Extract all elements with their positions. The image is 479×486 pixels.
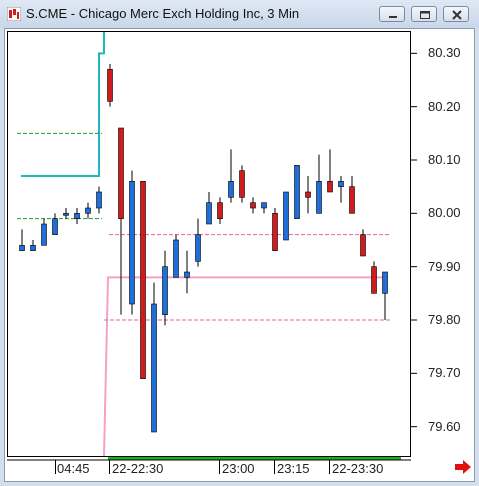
candle-body <box>283 191 289 241</box>
candle-body <box>294 165 300 219</box>
candle-body <box>360 234 366 257</box>
x-label-0445: 04:45 <box>57 461 90 476</box>
candle-body <box>272 213 278 251</box>
candlestick-chart <box>7 32 417 461</box>
y-axis-label: 80.00 <box>428 205 461 221</box>
y-axis-label: 79.90 <box>428 258 461 274</box>
y-axis-label: 79.60 <box>428 418 461 434</box>
candle-body <box>338 181 344 187</box>
x-tick <box>109 460 110 474</box>
y-axis-label: 80.20 <box>428 98 461 114</box>
candle-body <box>217 202 223 219</box>
previous-high-line <box>21 32 105 177</box>
candle-body <box>349 186 355 214</box>
x-tick <box>219 460 220 474</box>
x-label-2330: 22-23:30 <box>332 461 384 476</box>
y-axis-label: 79.70 <box>428 365 461 381</box>
x-tick <box>329 460 330 474</box>
y-axis-label: 80.30 <box>428 45 461 61</box>
candle-body <box>382 271 388 294</box>
chart-window: S.CME - Chicago Merc Exch Holding Inc, 3… <box>0 0 479 486</box>
candle-body <box>151 303 157 433</box>
candle-body <box>327 181 333 193</box>
candle-body <box>96 191 102 209</box>
y-axis-label: 80.10 <box>428 152 461 167</box>
candle-body <box>107 69 113 102</box>
candle-body <box>173 239 179 278</box>
x-label-2230: 22-22:30 <box>112 461 164 476</box>
candle-body <box>74 213 80 219</box>
candle-body <box>85 207 91 214</box>
candle-body <box>228 181 234 198</box>
y-axis-label: 79.80 <box>428 312 461 327</box>
x-tick <box>55 460 56 474</box>
candle-body <box>140 181 146 379</box>
candle-body <box>118 127 124 219</box>
candle-body <box>129 181 135 305</box>
candle-body <box>195 234 201 262</box>
x-label-2315: 23:15 <box>277 461 310 476</box>
candle-body <box>305 191 311 198</box>
candle-body <box>371 266 377 294</box>
x-label-2300: 23:00 <box>222 461 255 476</box>
session-low-line <box>103 276 388 457</box>
candle-body <box>316 181 322 214</box>
candle-body <box>30 245 36 251</box>
candle-body <box>162 266 168 315</box>
candle-body <box>52 218 58 235</box>
candle-body <box>261 202 267 209</box>
candle-body <box>63 213 69 216</box>
candle-body <box>206 202 212 225</box>
candle-body <box>184 271 190 278</box>
candle-body <box>239 170 245 198</box>
candle-body <box>250 202 256 209</box>
scroll-right-arrow-icon[interactable] <box>454 460 472 474</box>
candle-body <box>19 245 25 251</box>
candle-body <box>41 223 47 246</box>
x-tick <box>274 460 275 474</box>
